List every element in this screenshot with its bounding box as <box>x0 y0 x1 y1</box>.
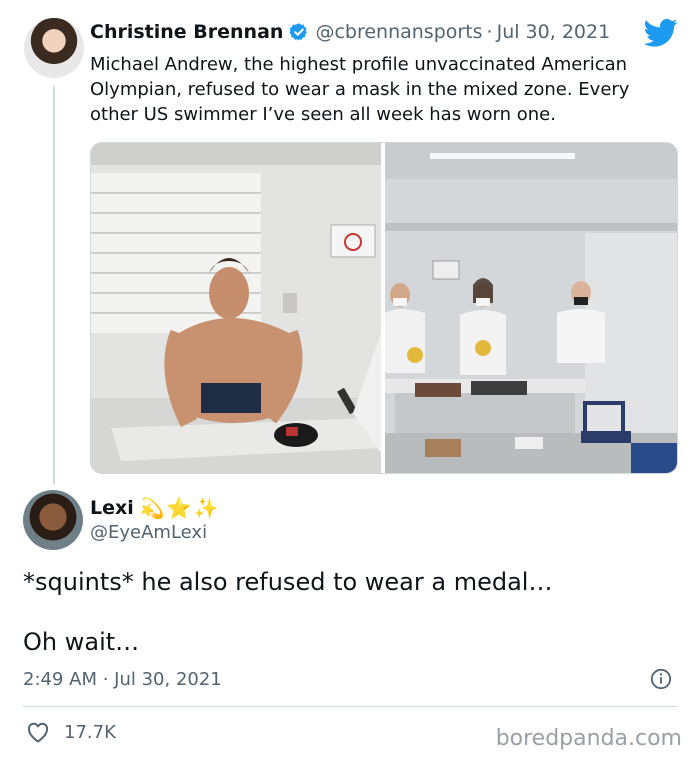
verified-badge-icon <box>289 23 308 41</box>
photo-swimmers-with-masks[interactable] <box>385 143 677 473</box>
reply-text-line1: *squints* he also refused to wear a meda… <box>23 568 553 596</box>
quoted-header: Christine Brennan @cbrennansports · Jul … <box>90 21 610 43</box>
source-watermark: boredpanda.com <box>495 726 682 751</box>
reply-author-avatar[interactable] <box>23 490 83 550</box>
quoted-date[interactable]: Jul 30, 2021 <box>497 21 611 43</box>
reply-timestamp[interactable]: 2:49 AM · Jul 30, 2021 <box>23 669 222 690</box>
info-icon[interactable] <box>650 668 672 690</box>
name-emojis: 💫⭐✨ <box>139 496 221 520</box>
like-count: 17.7K <box>64 721 116 743</box>
photo-swimmer[interactable] <box>91 143 381 473</box>
quoted-author-name[interactable]: Christine Brennan <box>90 21 283 43</box>
thread-line <box>53 86 55 484</box>
reply-author-name[interactable]: Lexi <box>90 497 134 519</box>
separator-dot: · <box>486 21 493 43</box>
twitter-bird-icon[interactable] <box>644 18 678 48</box>
quoted-author-handle[interactable]: @cbrennansports <box>315 21 482 43</box>
quoted-media-grid[interactable] <box>90 142 678 474</box>
reply-author-handle[interactable]: @EyeAmLexi <box>90 522 207 543</box>
reply-text-line2: Oh wait… <box>23 628 140 656</box>
quoted-author-avatar[interactable] <box>24 18 84 78</box>
quoted-tweet-text: Michael Andrew, the highest profile unva… <box>90 54 630 125</box>
heart-icon[interactable] <box>26 721 50 743</box>
reply-name-row: Lexi 💫⭐✨ <box>90 496 220 520</box>
divider <box>23 706 677 707</box>
like-action[interactable]: 17.7K <box>26 721 116 743</box>
